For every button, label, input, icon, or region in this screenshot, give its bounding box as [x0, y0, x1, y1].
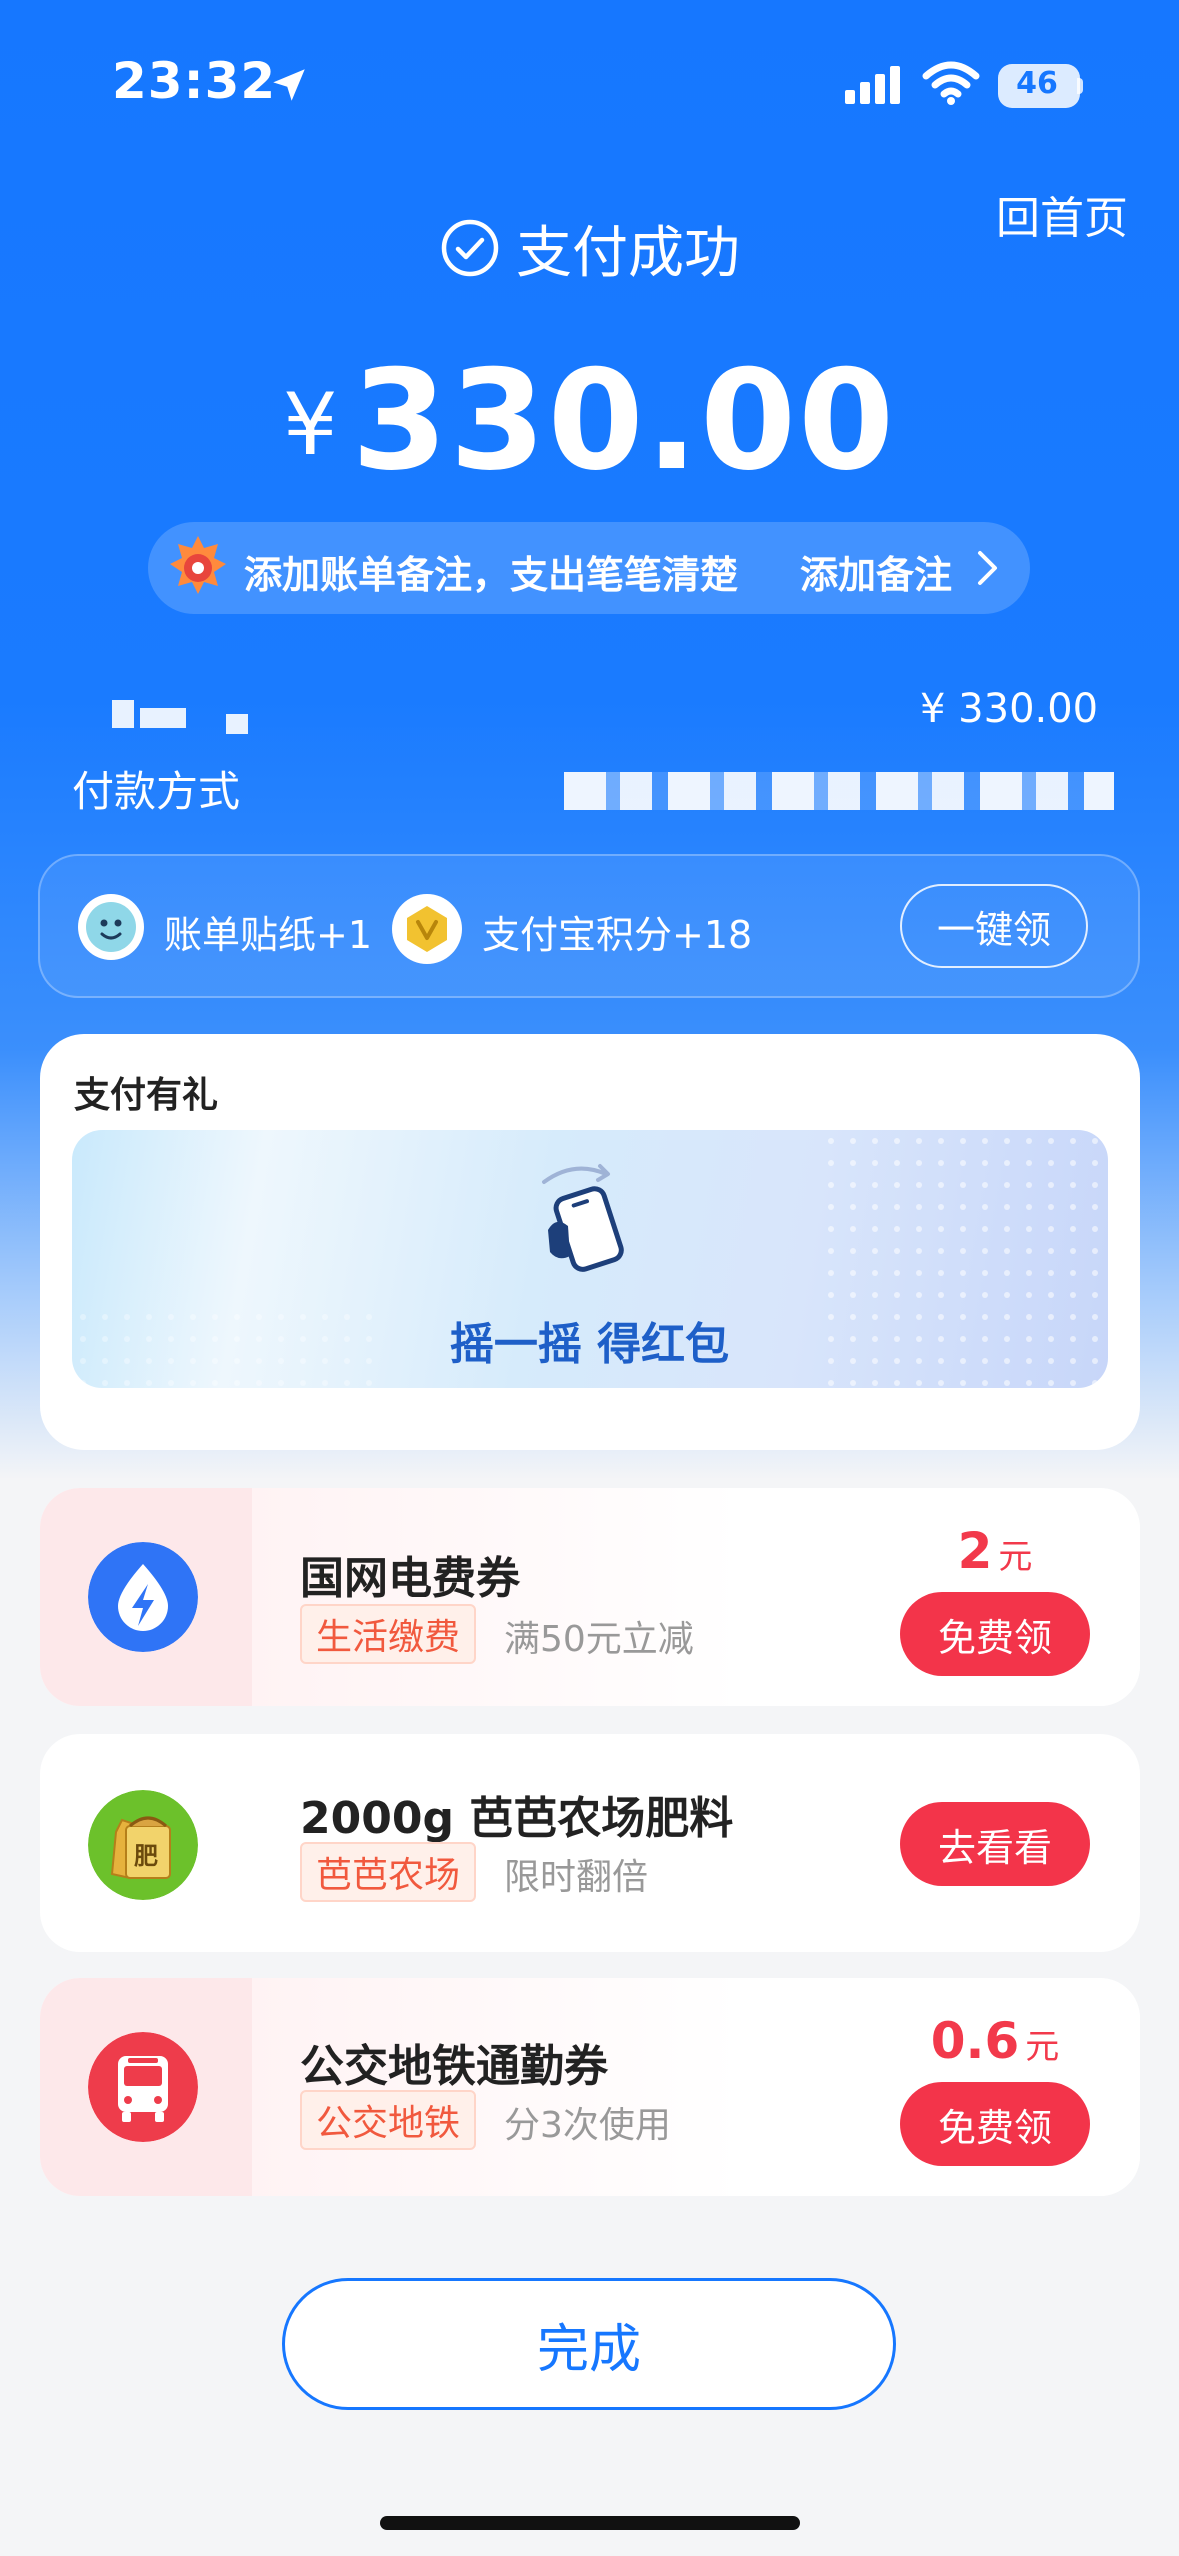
bill-note-text: 添加账单备注，支出笔笔清楚 — [244, 553, 739, 597]
offer-value: 0.6 元 — [900, 2012, 1090, 2070]
status-time: 23:32 — [112, 52, 277, 110]
offer-title: 2000g 芭芭农场肥料 — [300, 1793, 734, 1844]
check-circle-icon — [441, 219, 499, 277]
offer-desc: 满50元立减 — [504, 1619, 694, 1660]
back-to-home-link[interactable]: 回首页 — [996, 182, 1128, 246]
offer-title: 国网电费券 — [300, 1553, 520, 1604]
battery-level: 46 — [1016, 66, 1058, 101]
offer-title: 公交地铁通勤券 — [300, 2041, 608, 2092]
sticker-reward-label: 账单贴纸+1 — [164, 913, 373, 957]
offer-desc: 限时翻倍 — [504, 1857, 649, 1898]
shake-banner-text: 摇一摇 得红包 — [449, 1319, 730, 1370]
paid-amount: ¥ 330.00 — [920, 686, 1099, 732]
electricity-bolt-icon — [88, 1542, 198, 1652]
points-coin-icon — [392, 894, 462, 964]
view-fertilizer-button[interactable]: 去看看 — [900, 1802, 1090, 1886]
fertilizer-bag-label: 肥 — [134, 1842, 158, 1870]
offer-tag: 生活缴费 — [300, 1604, 477, 1664]
claim-electricity-coupon-button[interactable]: 免费领 — [900, 1592, 1090, 1676]
offer-value-unit: 元 — [998, 1537, 1033, 1577]
payment-amount: ¥330.00 — [0, 340, 1179, 501]
offer-tag: 芭芭农场 — [300, 1842, 477, 1902]
claim-transit-coupon-button[interactable]: 免费领 — [900, 2082, 1090, 2166]
note-badge-icon — [170, 536, 226, 594]
offer-desc: 分3次使用 — [504, 2105, 671, 2146]
currency-symbol: ¥ — [282, 375, 338, 475]
sticker-icon — [78, 894, 144, 960]
offer-tag: 公交地铁 — [300, 2090, 477, 2150]
done-button[interactable]: 完成 — [282, 2278, 896, 2410]
chevron-right-icon — [978, 551, 997, 585]
claim-all-button[interactable]: 一键领 — [900, 884, 1088, 968]
payment-status-title: 支付成功 — [516, 221, 740, 286]
offer-value-amount: 0.6 — [930, 2012, 1020, 2070]
points-reward-label: 支付宝积分+18 — [482, 913, 753, 957]
bus-icon — [88, 2032, 198, 2142]
add-note-link[interactable]: 添加备注 — [800, 544, 952, 599]
merchant-name-redacted — [112, 700, 134, 728]
merchant-name-redacted-3 — [226, 714, 248, 734]
merchant-name-redacted-2 — [140, 708, 186, 728]
cellular-signal-icon — [845, 66, 900, 104]
offer-value-unit: 元 — [1025, 2027, 1060, 2067]
offer-value-amount: 2 — [957, 1522, 993, 1580]
wifi-icon — [922, 61, 980, 105]
offer-value: 2元 — [900, 1522, 1090, 1580]
location-arrow-icon — [273, 69, 305, 101]
payment-method-label: 付款方式 — [72, 767, 241, 816]
amount-value: 330.00 — [351, 340, 897, 501]
battery-tip — [1077, 78, 1083, 94]
shake-phone-icon — [542, 1164, 624, 1272]
home-indicator — [380, 2516, 800, 2530]
payment-method-redacted — [564, 772, 1114, 810]
gift-card-title: 支付有礼 — [74, 1075, 219, 1116]
